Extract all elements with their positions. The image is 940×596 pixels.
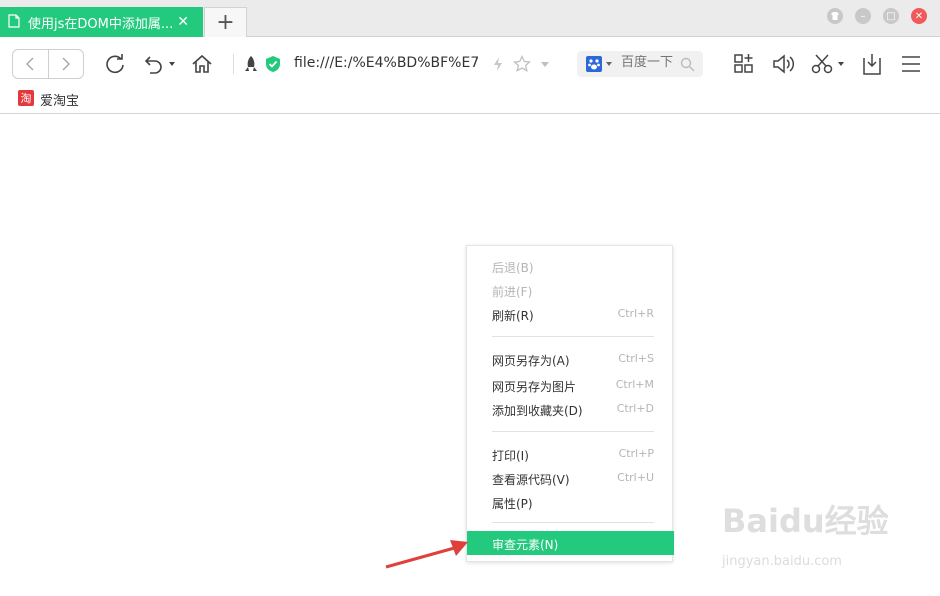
security-shield-icon[interactable] — [264, 54, 282, 74]
refresh-icon[interactable] — [103, 52, 127, 76]
menu-item-back[interactable]: 后退(B) — [467, 254, 674, 278]
forward-button[interactable] — [49, 50, 84, 78]
menu-item-shortcut: Ctrl+D — [616, 402, 654, 415]
volume-icon[interactable] — [771, 52, 797, 76]
menu-item-label: 后退(B) — [492, 261, 534, 275]
menu-item-save-as-image[interactable]: 网页另存为图片 Ctrl+M — [467, 373, 674, 397]
menu-item-label: 前进(F) — [492, 285, 533, 299]
menu-item-label: 查看源代码(V) — [492, 473, 570, 487]
tab-title: 使用js在DOM中添加属... — [28, 16, 174, 32]
menu-item-print[interactable]: 打印(I) Ctrl+P — [467, 442, 674, 466]
toolbar-divider — [233, 54, 234, 74]
apps-icon[interactable] — [732, 52, 756, 76]
menu-item-label: 添加到收藏夹(D) — [492, 404, 583, 418]
watermark-logo: Baidu经验 — [722, 502, 889, 540]
minimize-button[interactable]: – — [855, 8, 871, 24]
tab-active[interactable]: 使用js在DOM中添加属... ✕ — [0, 7, 203, 37]
toolbar: file:///E:/%E4%BD%BF%E7% — [0, 38, 940, 90]
page-icon — [8, 13, 20, 32]
tab-bar: 使用js在DOM中添加属... ✕ + – □ ✕ — [0, 0, 940, 37]
search-box[interactable] — [577, 51, 703, 77]
new-tab-button[interactable]: + — [204, 7, 247, 37]
screenshot-scissors-icon[interactable] — [810, 52, 848, 76]
browser-window: 使用js在DOM中添加属... ✕ + – □ ✕ file:///E:/%E4… — [0, 0, 940, 596]
menu-item-label: 网页另存为(A) — [492, 354, 570, 368]
baidu-engine-icon[interactable] — [585, 55, 615, 73]
star-icon[interactable] — [512, 54, 532, 74]
maximize-button[interactable]: □ — [883, 8, 899, 24]
search-icon[interactable] — [679, 56, 695, 72]
menu-item-label: 审查元素(N) — [492, 538, 559, 552]
search-input[interactable] — [621, 55, 679, 70]
lightning-icon[interactable] — [491, 55, 505, 73]
baidu-jingyan-watermark: Baidu经验 jingyan.baidu.com — [722, 496, 892, 576]
menu-item-refresh[interactable]: 刷新(R) Ctrl+R — [467, 302, 674, 326]
menu-item-inspect-element[interactable]: 审查元素(N) — [467, 531, 674, 555]
menu-item-label: 打印(I) — [492, 449, 529, 463]
menu-item-label: 网页另存为图片 — [492, 380, 577, 394]
watermark-url: jingyan.baidu.com — [722, 554, 842, 569]
taobao-icon: 淘 — [18, 90, 34, 106]
menu-item-label: 属性(P) — [492, 497, 533, 511]
context-menu: 后退(B) 前进(F) 刷新(R) Ctrl+R 网页另存为(A) Ctrl+S… — [466, 245, 674, 562]
menu-separator — [492, 431, 654, 432]
menu-item-save-page[interactable]: 网页另存为(A) Ctrl+S — [467, 347, 674, 371]
home-icon[interactable] — [190, 52, 214, 76]
menu-item-shortcut: Ctrl+M — [615, 378, 654, 391]
menu-icon[interactable] — [899, 52, 923, 76]
address-bar[interactable]: file:///E:/%E4%BD%BF%E7% — [294, 55, 478, 71]
tab-close-icon[interactable]: ✕ — [177, 14, 189, 30]
menu-separator — [492, 336, 654, 337]
menu-item-shortcut: Ctrl+U — [617, 471, 654, 484]
download-icon[interactable] — [860, 51, 884, 77]
menu-item-shortcut: Ctrl+S — [618, 352, 654, 365]
menu-item-view-source[interactable]: 查看源代码(V) Ctrl+U — [467, 466, 674, 490]
skin-icon[interactable] — [827, 8, 843, 24]
close-window-button[interactable]: ✕ — [911, 8, 927, 24]
address-dropdown-icon[interactable] — [538, 57, 552, 71]
menu-item-properties[interactable]: 属性(P) — [467, 490, 674, 514]
menu-item-shortcut: Ctrl+R — [617, 307, 654, 320]
menu-separator — [492, 522, 654, 523]
undo-close-tab-icon[interactable] — [142, 52, 178, 76]
rocket-icon[interactable] — [242, 54, 260, 74]
menu-item-add-favorite[interactable]: 添加到收藏夹(D) Ctrl+D — [467, 397, 674, 421]
back-button[interactable] — [13, 50, 49, 78]
annotation-arrow-icon — [385, 540, 468, 569]
bookmarks-bar: 淘 爱淘宝 — [0, 88, 940, 114]
bookmark-label: 爱淘宝 — [40, 94, 80, 109]
menu-item-shortcut: Ctrl+P — [618, 447, 654, 460]
menu-item-forward[interactable]: 前进(F) — [467, 278, 674, 302]
menu-item-label: 刷新(R) — [492, 309, 534, 323]
nav-button-group — [12, 49, 84, 79]
